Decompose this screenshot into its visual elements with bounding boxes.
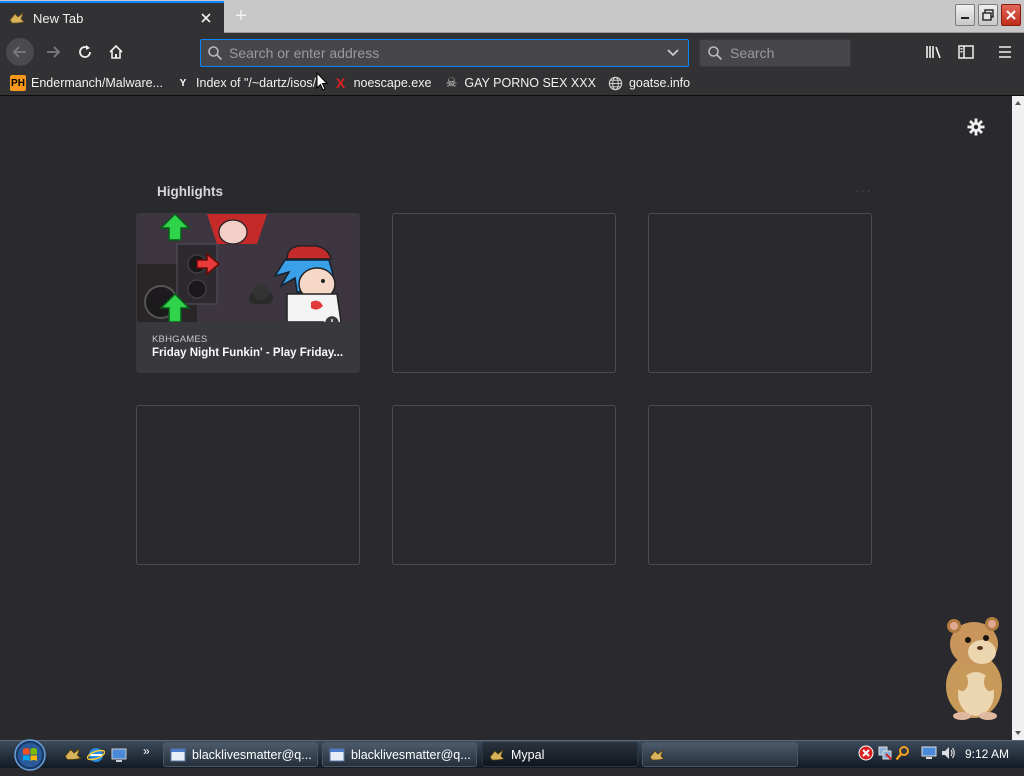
taskbar-button-window-1[interactable]: blacklivesmatter@q... (163, 742, 318, 767)
window-icon (170, 747, 186, 763)
mypal-icon (9, 10, 25, 26)
tab-title: New Tab (33, 10, 84, 26)
bookmarks-toolbar: PH Endermanch/Malware... Y Index of "/~d… (0, 71, 1024, 96)
section-menu-dots-icon[interactable]: ··· (855, 182, 872, 198)
empty-highlight-placeholder (648, 213, 872, 373)
gear-icon[interactable] (966, 117, 986, 137)
navigation-toolbar (0, 33, 1024, 71)
red-x-icon: X (335, 75, 346, 91)
taskbar-button-label: blacklivesmatter@q... (351, 747, 471, 762)
globe-icon (608, 75, 624, 91)
volume-icon[interactable] (940, 745, 956, 761)
taskbar-button-window-2[interactable]: blacklivesmatter@q... (322, 742, 477, 767)
highlight-card[interactable]: KBHGAMES Friday Night Funkin' - Play Fri… (136, 213, 360, 373)
minimize-button[interactable] (955, 4, 975, 26)
display-icon[interactable] (921, 745, 937, 761)
skull-icon: ☠ (445, 75, 458, 90)
hamster-desktop-pet[interactable] (938, 612, 1008, 722)
bookmark-label: Endermanch/Malware... (31, 76, 164, 90)
search-bar[interactable] (699, 39, 851, 67)
close-tab-icon[interactable] (198, 10, 214, 26)
empty-highlight-placeholder (648, 405, 872, 565)
bookmark-gay-porno[interactable]: ☠ GAY PORNO SEX XXX (443, 75, 596, 91)
mypal-icon (649, 747, 665, 763)
tab-new-tab[interactable]: New Tab (0, 1, 224, 33)
security-alert-icon[interactable] (858, 745, 874, 761)
empty-highlight-placeholder (392, 405, 616, 565)
search-icon (201, 45, 229, 61)
bookmark-label: goatse.info (628, 76, 691, 90)
empty-highlight-placeholder (136, 405, 360, 565)
home-button[interactable] (102, 38, 130, 66)
close-window-button[interactable] (1001, 4, 1021, 26)
window-icon (329, 747, 345, 763)
mypal-quicklaunch-icon[interactable] (64, 746, 82, 764)
card-source: KBHGAMES (152, 334, 208, 345)
bookmark-goatse[interactable]: goatse.info (608, 75, 690, 91)
back-button[interactable] (6, 38, 34, 66)
restore-button[interactable] (978, 4, 998, 26)
new-tab-button[interactable]: + (230, 6, 252, 28)
quicklaunch-overflow-chevron[interactable]: » (143, 744, 150, 758)
search-icon[interactable] (895, 745, 911, 761)
empty-highlight-placeholder (392, 213, 616, 373)
ie-quicklaunch-icon[interactable] (86, 746, 106, 764)
vertical-scrollbar[interactable] (1012, 96, 1024, 740)
card-thumbnail (137, 214, 359, 322)
bookmark-endermanch[interactable]: PH Endermanch/Malware... (10, 75, 163, 91)
ycombinator-icon: Y (179, 77, 187, 89)
windows-taskbar: » blacklivesmatter@q... blacklivesmatter… (0, 739, 1024, 771)
tab-strip: New Tab + (0, 0, 1024, 33)
url-input[interactable] (229, 45, 658, 61)
browser-window: New Tab + Search or enter address Search… (0, 0, 1024, 771)
taskbar-clock[interactable]: 9:12 AM (965, 747, 1009, 761)
taskbar-button-mypal[interactable]: Mypal (482, 742, 638, 767)
bookmark-label: Index of "/~dartz/isos/" (196, 76, 321, 90)
search-input[interactable] (730, 45, 850, 61)
chevron-down-icon[interactable] (658, 49, 688, 57)
show-desktop-icon[interactable] (110, 746, 128, 764)
taskbar-button-mypal-2[interactable] (642, 742, 798, 767)
bookmark-index-dartz[interactable]: Y Index of "/~dartz/isos/" (175, 75, 321, 91)
search-icon (700, 45, 730, 61)
highlights-heading: Highlights (157, 184, 223, 199)
reload-button[interactable] (71, 38, 99, 66)
forward-button[interactable] (39, 38, 67, 66)
ph-icon: PH (10, 75, 26, 91)
hamburger-menu-button[interactable] (991, 38, 1019, 66)
library-button[interactable] (920, 38, 948, 66)
clock-icon (323, 314, 341, 322)
taskbar-button-label: Mypal (511, 747, 545, 762)
taskbar-button-label: blacklivesmatter@q... (192, 747, 312, 762)
mouse-cursor (316, 71, 329, 92)
card-title: Friday Night Funkin' - Play Friday... (152, 347, 344, 359)
bookmark-label: GAY PORNO SEX XXX (464, 76, 596, 90)
bookmark-label: noescape.exe (353, 76, 432, 90)
bookmark-noescape[interactable]: X noescape.exe (333, 75, 432, 91)
network-status-icon[interactable] (877, 745, 893, 761)
mypal-icon (489, 747, 505, 763)
sidebar-toggle-button[interactable] (952, 38, 980, 66)
address-bar[interactable] (200, 39, 689, 67)
start-button[interactable] (10, 735, 50, 771)
